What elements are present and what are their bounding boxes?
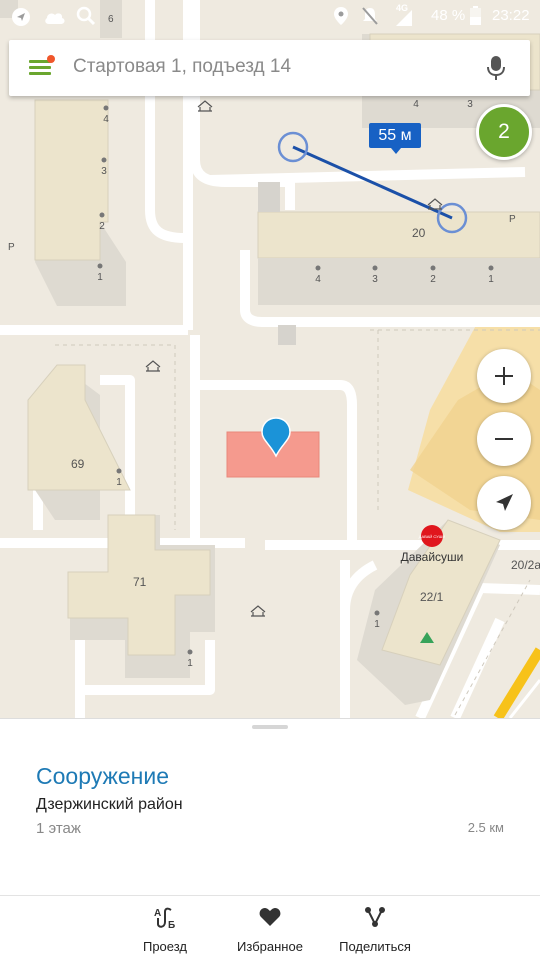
place-distance: 2.5 км bbox=[467, 820, 504, 835]
entrance-number: 4 bbox=[103, 114, 109, 125]
place-floors: 1 этаж bbox=[36, 820, 81, 837]
zoom-out-button[interactable] bbox=[477, 412, 531, 466]
location-icon bbox=[334, 7, 348, 25]
place-district: Дзержинский район bbox=[36, 796, 183, 813]
cloud-icon bbox=[45, 13, 65, 24]
poi-logo: ДАВАЙ СУШИ bbox=[419, 534, 446, 539]
action-bar: АБ Проезд Избранное Поделиться bbox=[0, 895, 540, 960]
share-label: Поделиться bbox=[339, 939, 411, 954]
plus-icon bbox=[495, 367, 513, 385]
building-label-20: 20 bbox=[412, 226, 426, 240]
entrance-number: 1 bbox=[374, 619, 380, 630]
favorites-label: Избранное bbox=[237, 939, 303, 954]
distance-label: 55 м bbox=[369, 123, 421, 154]
entrance-number: 3 bbox=[372, 274, 378, 285]
my-location-button[interactable] bbox=[477, 476, 531, 530]
svg-text:Б: Б bbox=[168, 920, 175, 930]
map-canvas[interactable]: 20 69 71 22/1 20/2а P P P 6 4 3 4 3 2 1 … bbox=[0, 0, 540, 718]
search-icon bbox=[76, 6, 96, 26]
entrance-number: 3 bbox=[101, 166, 107, 177]
share-button[interactable]: Поделиться bbox=[320, 896, 430, 960]
building-label-69: 69 bbox=[71, 457, 85, 471]
clock: 23:22 bbox=[492, 7, 530, 24]
route-label: Проезд bbox=[142, 939, 187, 954]
entrance-number: 2 bbox=[430, 274, 436, 285]
battery-percent: 48 % bbox=[431, 7, 466, 24]
mute-icon bbox=[362, 7, 378, 25]
place-card[interactable]: Сооружение Дзержинский район 1 этаж 2.5 … bbox=[0, 718, 540, 895]
building-label-71: 71 bbox=[133, 575, 147, 589]
route-button[interactable]: АБ Проезд bbox=[110, 896, 220, 960]
microphone-icon[interactable] bbox=[484, 54, 508, 82]
poi-label: Давайсуши bbox=[401, 550, 464, 564]
entrance-number: 1 bbox=[116, 477, 122, 488]
heart-icon bbox=[259, 908, 281, 926]
notification-dot bbox=[47, 55, 55, 63]
entrance-number: 4 bbox=[315, 274, 321, 285]
entrance-number: 3 bbox=[467, 99, 473, 110]
route-icon: АБ bbox=[154, 907, 175, 930]
entrance-number: 1 bbox=[488, 274, 494, 285]
entrance-number: 2 bbox=[99, 221, 105, 232]
share-icon bbox=[365, 907, 385, 927]
menu-button[interactable] bbox=[27, 54, 55, 82]
parking-label: P bbox=[509, 214, 516, 225]
building-label-20-2: 20/2а bbox=[511, 558, 540, 572]
entrance-number: 4 bbox=[413, 99, 419, 110]
building-label-22-1: 22/1 bbox=[420, 590, 444, 604]
bookmarks-count-button[interactable]: 2 bbox=[476, 104, 532, 160]
battery-icon bbox=[470, 6, 481, 25]
signal-icon bbox=[396, 10, 412, 26]
navigation-arrow-icon bbox=[496, 494, 513, 511]
favorites-button[interactable]: Избранное bbox=[215, 896, 325, 960]
search-input[interactable]: Стартовая 1, подъезд 14 bbox=[73, 56, 291, 78]
zoom-in-button[interactable] bbox=[477, 349, 531, 403]
place-title: Сооружение bbox=[36, 763, 170, 789]
status-bar: 4G 48 % 23:22 bbox=[0, 0, 540, 32]
card-drag-handle[interactable] bbox=[252, 725, 288, 729]
navigation-icon bbox=[12, 8, 30, 26]
entrance-number: 1 bbox=[97, 272, 103, 283]
minus-icon bbox=[495, 438, 513, 440]
svg-text:А: А bbox=[154, 908, 161, 919]
parking-label: P bbox=[8, 242, 15, 253]
entrance-number: 1 bbox=[187, 658, 193, 669]
search-bar[interactable]: Стартовая 1, подъезд 14 bbox=[9, 40, 530, 96]
